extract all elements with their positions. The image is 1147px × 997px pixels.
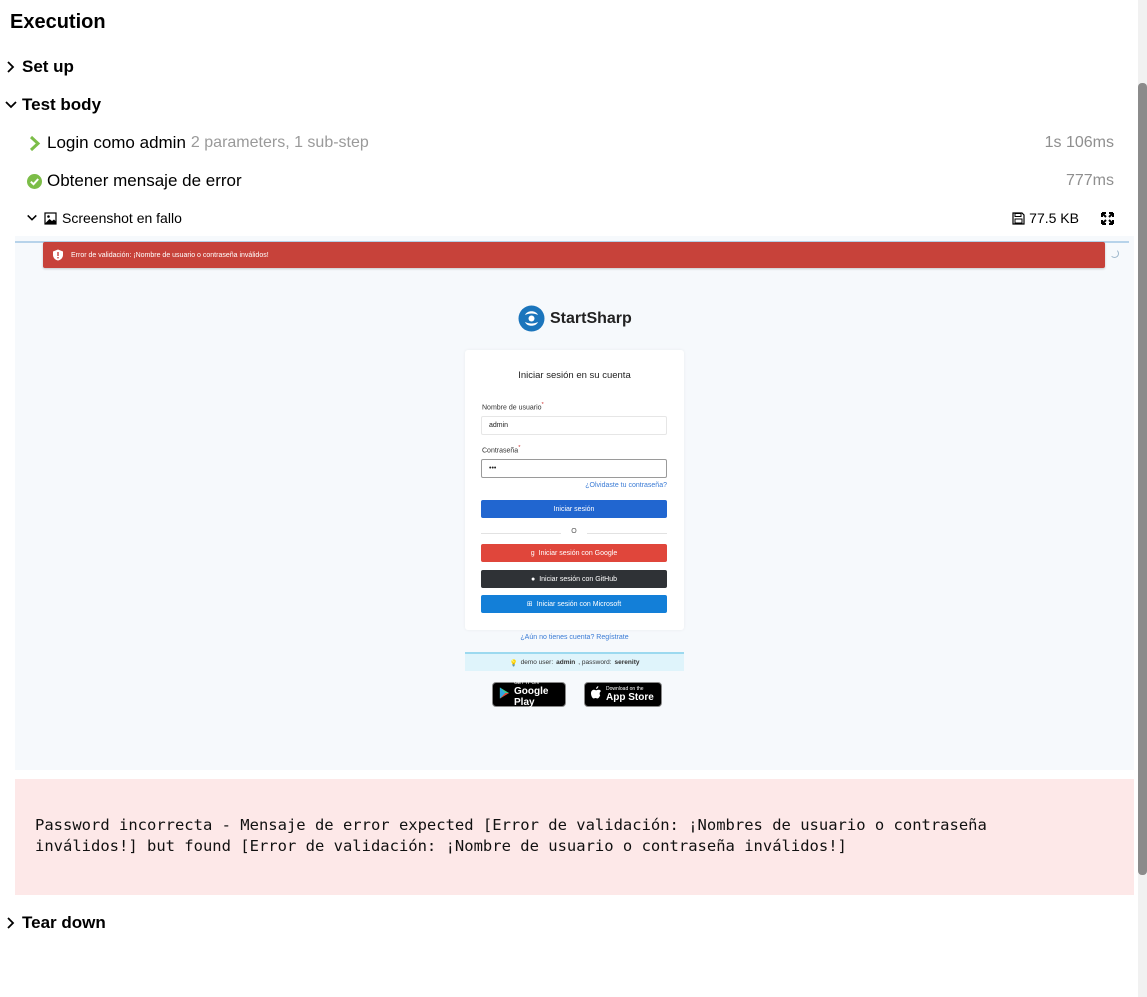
attachment-size: 77.5 KB xyxy=(1029,210,1079,226)
screenshot-preview: Error de validación: ¡Nombre de usuario … xyxy=(15,236,1134,770)
or-divider: O xyxy=(481,528,667,537)
toast-text: Error de validación: ¡Nombre de usuario … xyxy=(71,251,269,259)
login-heading: Iniciar sesión en su cuenta xyxy=(518,370,631,381)
error-message: Password incorrecta - Mensaje de error e… xyxy=(15,779,1134,895)
password-label: Contraseña* xyxy=(482,445,521,455)
apple-icon xyxy=(591,685,602,704)
image-icon xyxy=(44,211,57,225)
section-test-body[interactable]: Test body xyxy=(4,95,101,115)
save-icon[interactable] xyxy=(1012,211,1025,225)
error-toast: Error de validación: ¡Nombre de usuario … xyxy=(43,242,1105,268)
step-name: Obtener mensaje de error xyxy=(47,171,242,190)
chevron-down-icon xyxy=(26,212,38,224)
section-setup[interactable]: Set up xyxy=(4,57,74,77)
brand-logo: StartSharp xyxy=(518,305,632,332)
step-login-como-admin[interactable]: Login como admin 2 parameters, 1 sub-ste… xyxy=(26,133,1114,153)
chevron-right-icon xyxy=(26,135,43,152)
step-obtener-mensaje[interactable]: Obtener mensaje de error 777ms xyxy=(26,171,1114,191)
demo-credentials: 💡 demo user: admin, password: serenity xyxy=(465,652,684,671)
shield-alert-icon xyxy=(52,249,64,261)
lightbulb-icon: 💡 xyxy=(509,659,518,667)
google-play-icon xyxy=(499,686,510,704)
required-mark: * xyxy=(541,402,544,408)
startsharp-logo-icon xyxy=(518,305,545,332)
password-input: ••• xyxy=(481,459,667,478)
section-tear-down-label: Tear down xyxy=(22,913,106,932)
attachment-row[interactable]: Screenshot en fallo 77.5 KB xyxy=(26,207,1114,229)
username-label: Nombre de usuario* xyxy=(482,402,544,412)
scrollbar-thumb[interactable] xyxy=(1138,83,1147,875)
step-duration: 777ms xyxy=(1065,172,1114,189)
google-icon: g xyxy=(530,549,535,557)
github-icon: ● xyxy=(530,575,536,583)
expand-icon[interactable] xyxy=(1101,211,1114,225)
spinner-icon xyxy=(1110,249,1119,258)
page-title: Execution xyxy=(10,11,106,33)
chevron-right-icon xyxy=(4,916,18,930)
step-duration: 1s 106ms xyxy=(1044,134,1114,151)
section-test-body-label: Test body xyxy=(22,95,102,114)
step-meta: 2 parameters, 1 sub-step xyxy=(190,134,369,151)
username-input: admin xyxy=(481,416,667,435)
section-setup-label: Set up xyxy=(22,57,74,76)
login-button: Iniciar sesión xyxy=(481,500,667,518)
app-store-badge: Download on the App Store xyxy=(584,682,662,707)
brand-name: StartSharp xyxy=(550,309,632,327)
step-name: Login como admin xyxy=(47,133,186,152)
register-link: ¿Aún no tienes cuenta? Regístrate xyxy=(520,634,629,641)
google-login-button: g Iniciar sesión con Google xyxy=(481,544,667,562)
login-card: Iniciar sesión en su cuenta Nombre de us… xyxy=(465,350,684,630)
check-circle-icon xyxy=(26,173,43,190)
chevron-right-icon xyxy=(4,60,18,74)
chevron-down-icon xyxy=(4,98,18,112)
microsoft-icon: ⊞ xyxy=(526,601,533,608)
attachment-name: Screenshot en fallo xyxy=(62,210,182,226)
forgot-password-link: ¿Olvidaste tu contraseña? xyxy=(585,482,667,489)
github-login-button: ● Iniciar sesión con GitHub xyxy=(481,570,667,588)
microsoft-login-button: ⊞ Iniciar sesión con Microsoft xyxy=(481,595,667,613)
required-mark: * xyxy=(518,445,521,451)
google-play-badge: GET IT ON Google Play xyxy=(492,681,566,708)
section-tear-down[interactable]: Tear down xyxy=(4,913,106,933)
